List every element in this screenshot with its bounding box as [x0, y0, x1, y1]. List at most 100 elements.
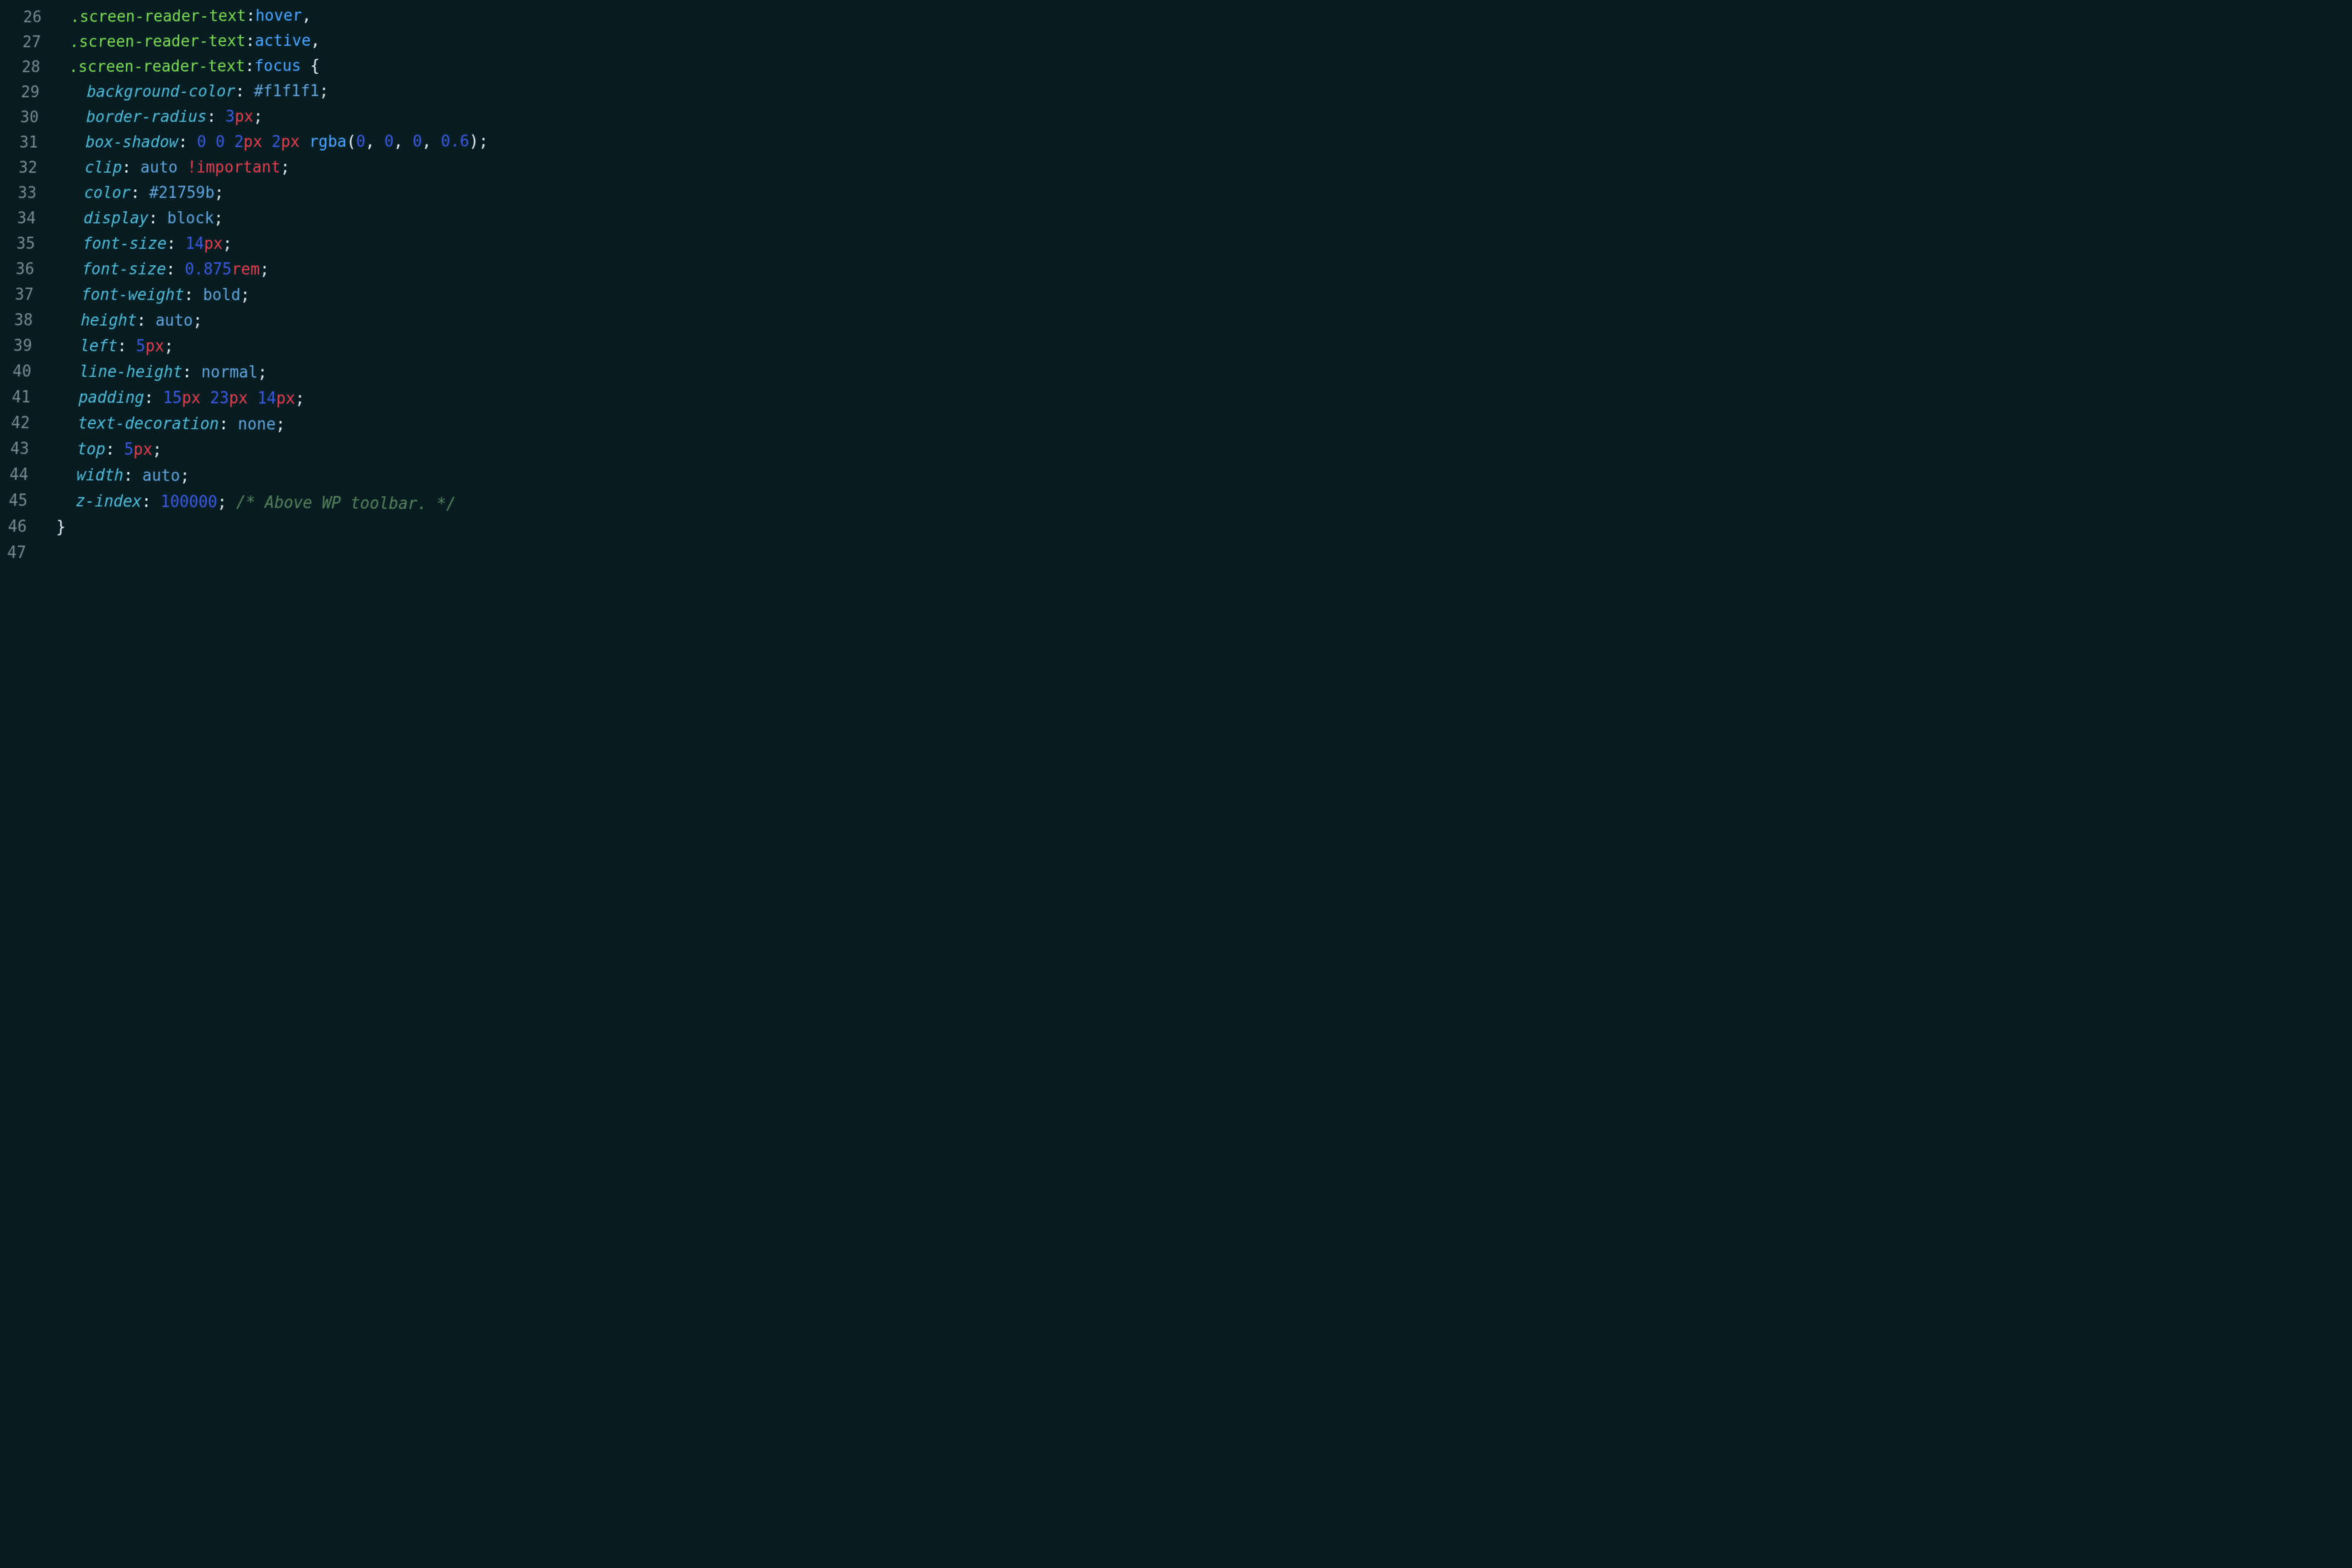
token-colon: : — [105, 436, 124, 462]
token-colon: : — [130, 181, 149, 206]
token-prop: display — [83, 206, 149, 231]
token-punc: , — [302, 3, 311, 28]
line-number: 35 — [16, 231, 36, 256]
token-colon: : — [123, 463, 143, 489]
line-number: 26 — [23, 5, 42, 30]
token-colon: : — [184, 282, 203, 308]
token-unit: px — [276, 386, 295, 412]
token-pseudo: focus — [254, 54, 301, 79]
token-colon: : — [166, 231, 185, 256]
token-prop: background-color — [87, 79, 235, 105]
token-punc: , — [422, 129, 441, 154]
token-semi: ; — [214, 181, 224, 206]
token-semi: ; — [180, 463, 190, 489]
token-semi: ; — [276, 412, 286, 438]
token-semi: ; — [214, 206, 223, 231]
line-number: 43 — [10, 436, 29, 462]
code-editor[interactable]: 2627282930313233343536373839404142434445… — [0, 0, 2352, 590]
token-prop: left — [79, 333, 117, 359]
line-number: 34 — [17, 206, 36, 231]
token-colon: : — [166, 257, 185, 283]
token-val: #f1f1f1 — [253, 79, 319, 104]
token-unit: rem — [231, 257, 260, 283]
token-punc: { — [301, 54, 320, 79]
token-prop: width — [76, 462, 123, 489]
line-number: 46 — [8, 514, 27, 541]
token-semi: ; — [217, 489, 237, 516]
token-num: 14 — [185, 231, 204, 256]
line-number: 47 — [7, 540, 26, 566]
token-val: block — [167, 206, 214, 231]
code-line[interactable]: color: #21759b; — [47, 177, 2352, 206]
token-punc — [299, 129, 309, 155]
token-paren: ( — [346, 129, 356, 155]
token-punc — [262, 129, 272, 155]
token-num: 0 — [197, 129, 206, 155]
token-semi: ; — [259, 257, 269, 283]
line-number: 36 — [15, 256, 34, 282]
token-num: 3 — [225, 104, 235, 129]
token-prop: box-shadow — [85, 130, 178, 155]
token-prop: text-decoration — [78, 411, 219, 437]
token-colon: : — [137, 308, 156, 334]
code-line[interactable]: font-size: 14px; — [45, 231, 2352, 258]
line-number: 31 — [19, 130, 39, 155]
token-colon: : — [144, 385, 163, 411]
token-paren: ) — [469, 129, 479, 154]
token-val: auto — [142, 463, 181, 489]
code-area[interactable]: .screen-reader-text:hover,.screen-reader… — [36, 0, 2352, 590]
token-num: 15 — [163, 385, 182, 411]
token-prop: top — [77, 436, 106, 462]
token-semi: ; — [253, 104, 262, 129]
token-prop: line-height — [79, 359, 182, 386]
token-num: 2 — [234, 129, 244, 155]
token-colon: : — [117, 333, 136, 359]
token-func: rgba — [309, 129, 347, 155]
token-colon: : — [141, 489, 161, 515]
token-num: 100000 — [160, 489, 217, 515]
token-colon: : — [206, 104, 226, 129]
token-colon: : — [178, 129, 197, 155]
line-number: 42 — [11, 411, 30, 436]
token-punc — [247, 386, 258, 412]
token-unit: px — [281, 129, 300, 155]
token-prop: border-radius — [86, 104, 207, 130]
token-colon: : — [235, 79, 254, 104]
token-num: 0 — [216, 129, 225, 155]
token-semi: ; — [223, 231, 232, 256]
line-number: 37 — [14, 282, 34, 308]
token-imp: !important — [187, 155, 281, 180]
token-num: 2 — [272, 129, 281, 155]
token-num: 0.6 — [441, 129, 470, 154]
token-unit: px — [234, 104, 253, 129]
token-sel: .screen-reader-text — [69, 29, 246, 55]
token-semi: ; — [258, 360, 268, 386]
token-prop: color — [84, 181, 131, 206]
token-num: 14 — [257, 386, 276, 412]
token-unit: px — [133, 437, 152, 463]
token-val: auto — [155, 308, 193, 334]
token-num: 0 — [356, 129, 365, 155]
code-line[interactable]: font-size: 0.875rem; — [45, 256, 2352, 285]
line-number: 27 — [22, 30, 42, 55]
token-sel: .screen-reader-text — [70, 4, 247, 29]
token-colon: : — [219, 411, 238, 437]
line-number: 32 — [18, 155, 37, 181]
token-colon: : — [246, 4, 255, 29]
token-punc: } — [56, 514, 66, 540]
token-unit: px — [243, 129, 262, 155]
token-prop: font-weight — [81, 282, 185, 308]
token-punc — [225, 129, 234, 155]
line-number: 44 — [9, 462, 28, 488]
code-line[interactable]: display: block; — [46, 204, 2352, 231]
line-number: 41 — [11, 385, 31, 411]
token-semi: ; — [193, 308, 203, 334]
line-number: 39 — [13, 333, 33, 359]
token-comment: /* Above WP toolbar. */ — [236, 489, 456, 518]
token-val: none — [238, 412, 276, 438]
line-number: 28 — [21, 55, 40, 80]
line-number: 38 — [14, 308, 33, 333]
token-semi: ; — [240, 282, 250, 308]
token-num: 0 — [384, 129, 394, 154]
token-semi: ; — [152, 437, 163, 463]
